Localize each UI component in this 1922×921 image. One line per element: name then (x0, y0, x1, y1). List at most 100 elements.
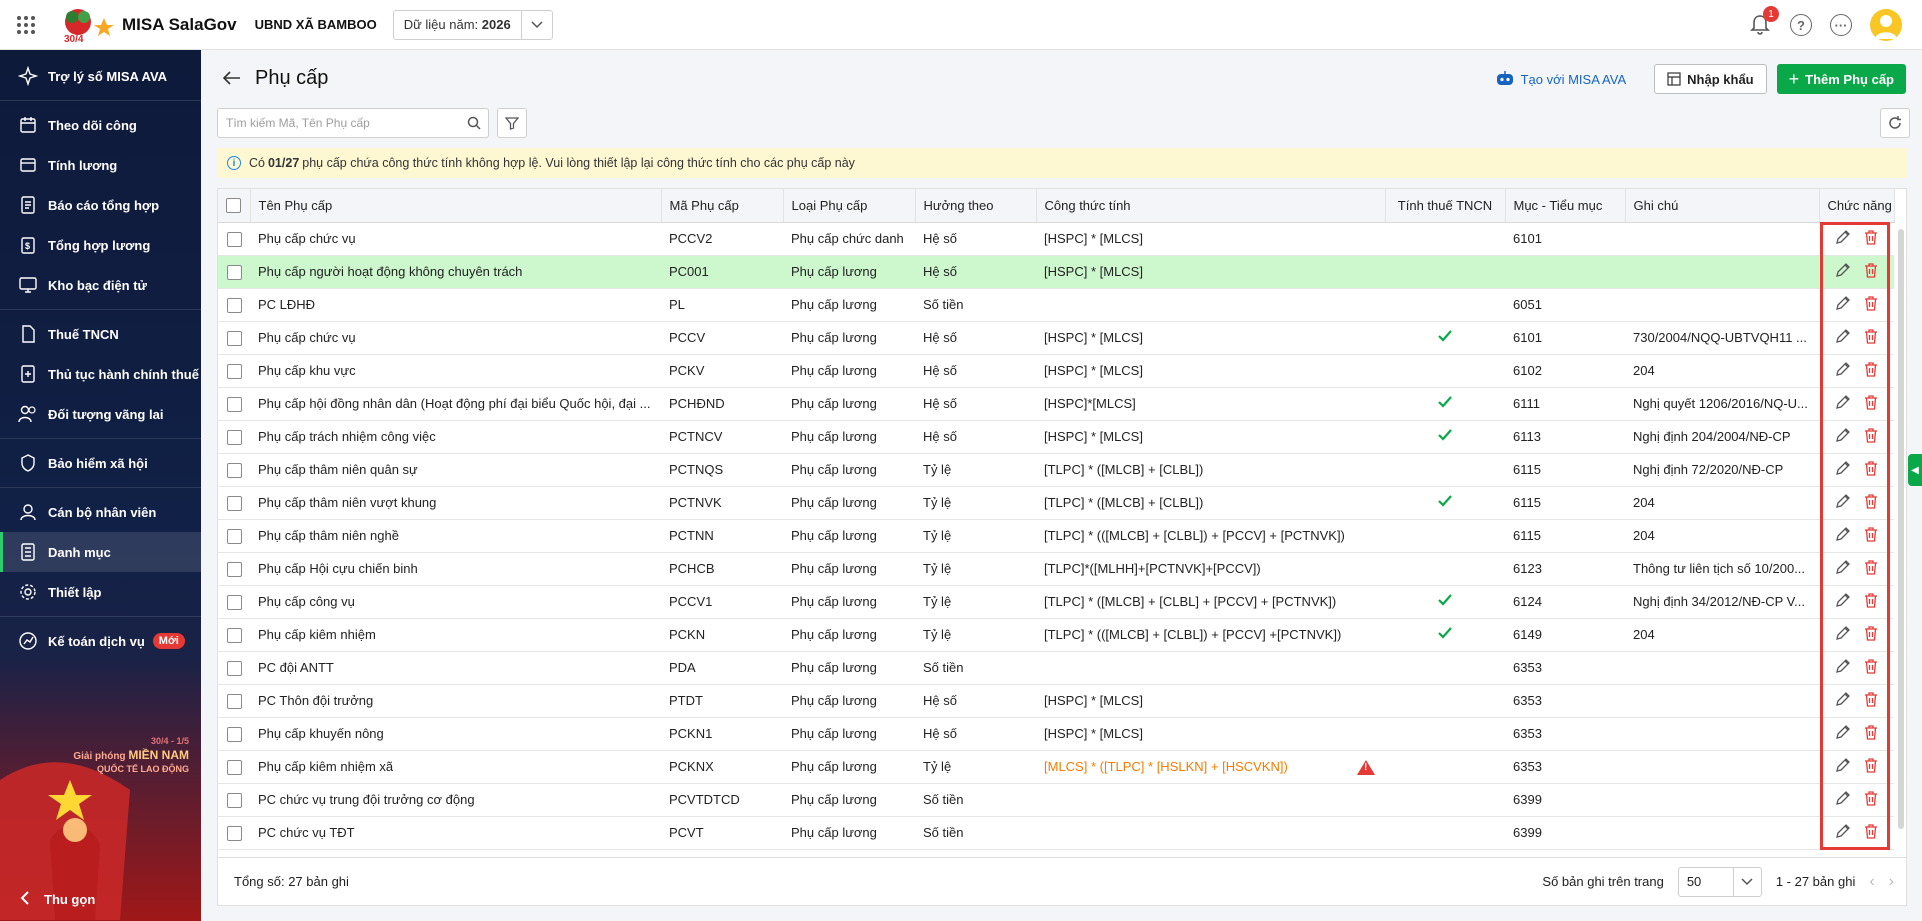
table-row[interactable]: Phụ cấp người hoạt động không chuyên trá… (218, 255, 1894, 289)
delete-icon[interactable] (1863, 361, 1879, 380)
table-row[interactable]: PC LĐHĐ PL Phụ cấp lương Số tiền 6051 (218, 288, 1894, 322)
edit-icon[interactable] (1835, 790, 1851, 809)
table-row[interactable]: Phụ cấp thâm niên nghề PCTNN Phụ cấp lương… (218, 519, 1894, 553)
page-size-select[interactable]: 50 (1677, 866, 1762, 897)
edit-icon[interactable] (1835, 691, 1851, 710)
table-row[interactable]: Phụ cấp chức vụ PCCV Phụ cấp lương Hệ số [HS… (218, 321, 1894, 355)
sidebar-item-staff[interactable]: Cán bộ nhân viên (0, 492, 201, 532)
search-input[interactable] (218, 109, 460, 137)
collapse-sidebar-button[interactable]: Thu gọn (0, 877, 201, 921)
edit-icon[interactable] (1835, 658, 1851, 677)
col-basis[interactable]: Hưởng theo (915, 189, 1037, 223)
delete-icon[interactable] (1863, 823, 1879, 842)
row-checkbox[interactable] (226, 462, 242, 478)
edit-icon[interactable] (1835, 625, 1851, 644)
edit-icon[interactable] (1835, 328, 1851, 347)
row-checkbox[interactable] (226, 297, 242, 313)
delete-icon[interactable] (1863, 493, 1879, 512)
sidebar-item-timekeeping[interactable]: Theo dõi công (0, 105, 201, 145)
row-checkbox[interactable] (226, 429, 242, 445)
table-scrollbar[interactable] (1898, 229, 1904, 829)
col-item[interactable]: Mục - Tiểu mục (1505, 189, 1626, 223)
delete-icon[interactable] (1863, 394, 1879, 413)
col-pit[interactable]: Tính thuế TNCN (1385, 189, 1506, 223)
edit-icon[interactable] (1835, 559, 1851, 578)
row-checkbox[interactable] (226, 396, 242, 412)
delete-icon[interactable] (1863, 724, 1879, 743)
table-row[interactable]: Phụ cấp chức vụ PCCV2 Phụ cấp chức danh Hệ … (218, 222, 1894, 256)
edit-icon[interactable] (1835, 229, 1851, 248)
sidebar-item-report[interactable]: Báo cáo tổng hợp (0, 185, 201, 225)
row-checkbox[interactable] (226, 264, 242, 280)
col-name[interactable]: Tên Phụ cấp (250, 189, 662, 223)
edit-icon[interactable] (1835, 757, 1851, 776)
notification-button[interactable]: 1 (1748, 6, 1779, 37)
row-checkbox[interactable] (226, 561, 242, 577)
sidebar-item-pit[interactable]: Thuế TNCN (0, 314, 201, 354)
table-row[interactable]: Phụ cấp kiêm nhiệm PCKN Phụ cấp lương Tỷ lệ… (218, 618, 1894, 652)
prev-page-icon[interactable]: ‹ (1869, 873, 1874, 891)
table-row[interactable]: PC chức vụ trung đội trưởng cơ động PCVTD… (218, 783, 1894, 817)
sidebar-item-tax-procedure[interactable]: Thủ tục hành chính thuế (0, 354, 201, 394)
delete-icon[interactable] (1863, 229, 1879, 248)
col-formula[interactable]: Công thức tính (1036, 189, 1386, 223)
delete-icon[interactable] (1863, 757, 1879, 776)
row-checkbox[interactable] (226, 330, 242, 346)
edit-icon[interactable] (1835, 823, 1851, 842)
edit-icon[interactable] (1835, 262, 1851, 281)
sidebar-item-insurance[interactable]: Bảo hiểm xã hội (0, 443, 201, 483)
row-checkbox[interactable] (226, 528, 242, 544)
col-note[interactable]: Ghi chú (1625, 189, 1820, 223)
row-checkbox[interactable] (226, 495, 242, 511)
delete-icon[interactable] (1863, 328, 1879, 347)
more-icon[interactable]: ··· (1830, 14, 1852, 36)
table-row[interactable]: Phụ cấp kiêm nhiệm xã PCKNX Phụ cấp lương T… (218, 750, 1894, 784)
table-row[interactable]: Phụ cấp Hội cựu chiến binh PCHCB Phụ cấp l… (218, 552, 1894, 586)
year-select[interactable]: Dữ liệu năm: 2026 (392, 9, 553, 40)
sidebar-item-treasury[interactable]: Kho bạc điện tử (0, 265, 201, 305)
import-button[interactable]: Nhập khẩu (1654, 64, 1767, 94)
row-checkbox[interactable] (226, 363, 242, 379)
sidebar-item-ava[interactable]: Trợ lý số MISA AVA (0, 56, 201, 96)
refresh-button[interactable] (1880, 108, 1910, 138)
edit-icon[interactable] (1835, 361, 1851, 380)
create-with-ava-link[interactable]: Tạo với MISA AVA (1495, 70, 1626, 88)
delete-icon[interactable] (1863, 790, 1879, 809)
table-row[interactable]: Phụ cấp hội đồng nhân dân (Hoạt động phí… (218, 387, 1894, 421)
row-checkbox[interactable] (226, 693, 242, 709)
edit-icon[interactable] (1835, 526, 1851, 545)
table-row[interactable]: PC chức vụ TĐT PCVT Phụ cấp lương Số tiền 63… (218, 816, 1894, 850)
help-icon[interactable]: ? (1790, 14, 1812, 36)
edit-icon[interactable] (1835, 394, 1851, 413)
delete-icon[interactable] (1863, 427, 1879, 446)
row-checkbox[interactable] (226, 726, 242, 742)
delete-icon[interactable] (1863, 658, 1879, 677)
delete-icon[interactable] (1863, 526, 1879, 545)
table-row[interactable]: PC đội ANTT PDA Phụ cấp lương Số tiền 6353 (218, 651, 1894, 685)
app-grid-icon[interactable] (0, 0, 52, 50)
delete-icon[interactable] (1863, 625, 1879, 644)
row-checkbox[interactable] (226, 792, 242, 808)
back-button[interactable] (221, 67, 243, 89)
table-row[interactable]: Phụ cấp thâm niên quân sự PCTNQS Phụ cấp l… (218, 453, 1894, 487)
table-row[interactable]: Phụ cấp trách nhiệm công việc PCTNCV Phụ c… (218, 420, 1894, 454)
table-row[interactable]: PC Thôn đội trưởng PTDT Phụ cấp lương Hệ số… (218, 684, 1894, 718)
select-all-checkbox[interactable] (226, 198, 242, 214)
side-panel-toggle[interactable]: ◀ (1908, 454, 1922, 486)
row-checkbox[interactable] (226, 660, 242, 676)
delete-icon[interactable] (1863, 691, 1879, 710)
edit-icon[interactable] (1835, 592, 1851, 611)
search-icon[interactable] (460, 116, 488, 130)
delete-icon[interactable] (1863, 262, 1879, 281)
sidebar-item-catalog[interactable]: Danh mục (0, 532, 201, 572)
sidebar-item-payroll[interactable]: Tính lương (0, 145, 201, 185)
edit-icon[interactable] (1835, 295, 1851, 314)
row-checkbox[interactable] (226, 594, 242, 610)
sidebar-item-accounting[interactable]: Kế toán dịch vụ Mới (0, 621, 201, 661)
table-row[interactable]: Phụ cấp khuyến nông PCKN1 Phụ cấp lương Hệ … (218, 717, 1894, 751)
delete-icon[interactable] (1863, 592, 1879, 611)
delete-icon[interactable] (1863, 559, 1879, 578)
col-type[interactable]: Loại Phụ cấp (783, 189, 916, 223)
avatar[interactable] (1870, 9, 1902, 41)
edit-icon[interactable] (1835, 493, 1851, 512)
